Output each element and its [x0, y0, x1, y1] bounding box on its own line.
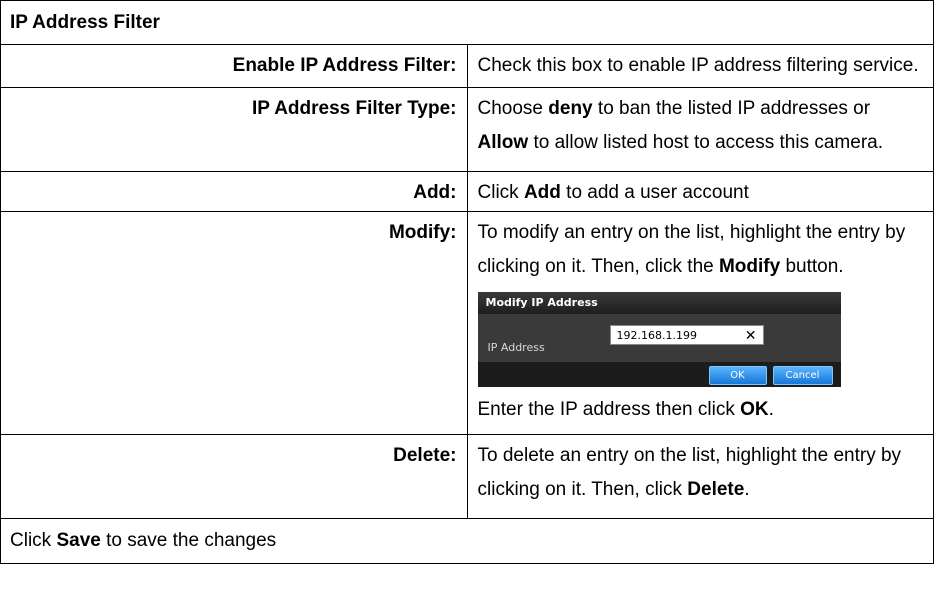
desc-text: Check this box to enable IP address filt… [477, 55, 919, 76]
keyword-modify: Modify [718, 256, 781, 277]
dialog-title: Modify IP Address [477, 292, 841, 314]
desc-modify: To modify an entry on the list, highligh… [466, 211, 934, 435]
desc-text: to allow listed host to access this came… [528, 132, 883, 153]
label-add: Add: [0, 171, 468, 212]
row-enable-filter: Enable IP Address Filter: Check this box… [0, 44, 934, 88]
clear-icon[interactable]: ✕ [745, 326, 757, 346]
desc-text: . [744, 479, 750, 500]
desc-text: button. [780, 256, 844, 277]
label-modify: Modify: [0, 211, 468, 435]
row-delete: Delete: To delete an entry on the list, … [0, 434, 934, 519]
keyword-add: Add [523, 182, 561, 203]
desc-text: to add a user account [560, 182, 749, 203]
row-add: Add: Click Add to add a user account [0, 171, 934, 212]
ok-button[interactable]: OK [708, 366, 767, 385]
desc-text: Click [477, 182, 524, 203]
desc-text: Choose [477, 98, 549, 119]
modify-text: To modify an entry on the list, highligh… [478, 216, 926, 284]
row-filter-type: IP Address Filter Type: Choose deny to b… [0, 87, 934, 172]
dialog-footer: OK Cancel [477, 362, 841, 387]
label-delete: Delete: [0, 434, 468, 519]
header-row: IP Address Filter [0, 0, 934, 45]
keyword-delete: Delete [687, 479, 745, 500]
ip-address-label: IP Address [487, 341, 545, 354]
keyword-allow: Allow [477, 132, 529, 153]
footer-note: Click Save to save the changes [0, 518, 934, 564]
section-title: IP Address Filter [0, 0, 934, 45]
desc-add: Click Add to add a user account [466, 171, 934, 212]
modify-ip-dialog-screenshot: Modify IP Address IP Address 192.168.1.1… [477, 292, 841, 387]
label-filter-type: IP Address Filter Type: [0, 87, 468, 172]
footer-text: Click [10, 530, 57, 551]
desc-text: Enter the IP address then click [477, 399, 741, 420]
keyword-ok: OK [740, 399, 769, 420]
ip-address-input[interactable]: 192.168.1.199 ✕ [609, 325, 764, 346]
ip-address-value: 192.168.1.199 [616, 329, 697, 342]
desc-text: . [768, 399, 774, 420]
desc-enable-filter: Check this box to enable IP address filt… [466, 44, 934, 88]
label-enable-filter: Enable IP Address Filter: [0, 44, 468, 88]
footer-row: Click Save to save the changes [0, 518, 934, 564]
row-modify: Modify: To modify an entry on the list, … [0, 211, 934, 435]
footer-text: to save the changes [100, 530, 277, 551]
keyword-deny: deny [548, 98, 593, 119]
help-table: IP Address Filter Enable IP Address Filt… [0, 0, 934, 564]
desc-text: to ban the listed IP addresses or [592, 98, 871, 119]
keyword-save: Save [56, 530, 101, 551]
dialog-body: IP Address 192.168.1.199 ✕ [477, 314, 841, 362]
cancel-button[interactable]: Cancel [772, 366, 833, 385]
modify-after-text: Enter the IP address then click OK. [478, 393, 926, 427]
desc-delete: To delete an entry on the list, highligh… [466, 434, 934, 519]
desc-filter-type: Choose deny to ban the listed IP address… [466, 87, 934, 172]
